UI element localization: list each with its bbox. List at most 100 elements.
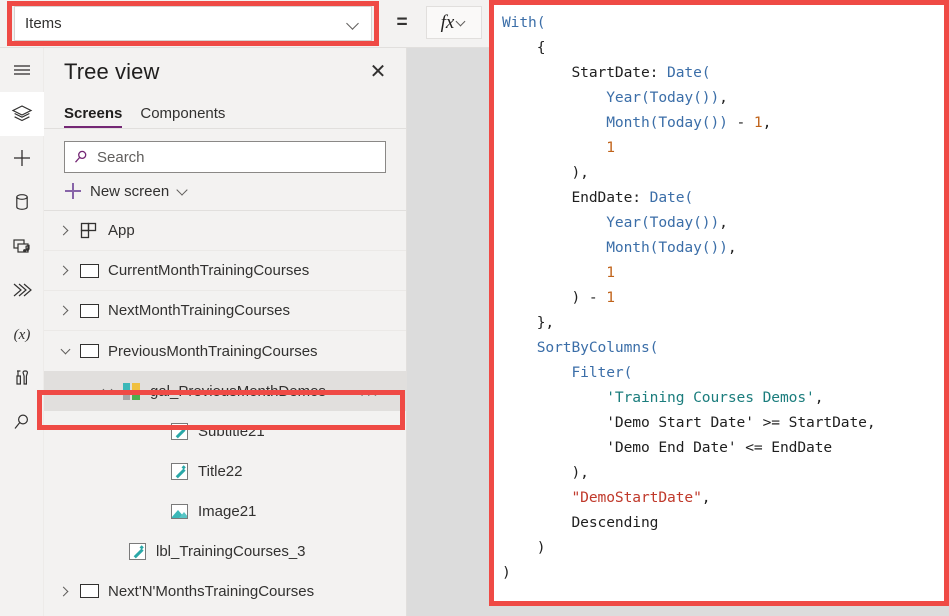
left-icon-rail: (x) [0, 48, 44, 616]
menu-icon [11, 59, 33, 81]
code-token: Descending [502, 514, 659, 531]
rail-item-advanced-tools[interactable] [0, 356, 44, 400]
code-token: "DemoStartDate" [571, 489, 702, 506]
code-token: ), [502, 464, 589, 481]
new-screen-label: New screen [90, 182, 170, 200]
tree-row-label: lbl_TrainingCourses_3 [156, 542, 306, 560]
plus-icon [11, 147, 33, 169]
more-options-icon[interactable]: ... [360, 383, 380, 400]
screen-icon [76, 263, 102, 278]
code-token: , [762, 114, 772, 131]
tree-row-label: Image21 [198, 502, 257, 520]
tree-row-label: Title22 [198, 462, 243, 480]
expand-caret-icon[interactable] [54, 586, 76, 596]
fx-label: fx [440, 11, 455, 33]
label-icon [166, 462, 192, 480]
tree-row-subtitle21[interactable]: Subtitle21 [44, 411, 406, 451]
code-token: , [719, 89, 728, 106]
expand-caret-icon[interactable] [54, 305, 76, 316]
search-box[interactable] [64, 141, 386, 173]
tree-row-title22[interactable]: Title22 [44, 451, 406, 491]
tree-row-next-month-training-courses[interactable]: NextMonthTrainingCourses [44, 291, 406, 331]
tree-row-image21[interactable]: Image21 [44, 491, 406, 531]
code-token: ) [502, 564, 511, 581]
tree-row-current-month-training-courses[interactable]: CurrentMonthTrainingCourses [44, 251, 406, 291]
code-token: , [727, 239, 737, 256]
new-screen-button[interactable]: New screen [44, 173, 406, 211]
expand-caret-icon[interactable] [54, 265, 76, 276]
tab-components[interactable]: Components [140, 105, 225, 128]
tree-row-gal-previous-month-demos[interactable]: gal_PreviousMonthDemos ... [44, 371, 406, 411]
tree-row-label: PreviousMonthTrainingCourses [108, 342, 318, 360]
code-token: SortByColumns( [536, 339, 659, 356]
code-token: EndDate: [502, 189, 650, 206]
code-token: Filter( [571, 364, 633, 381]
property-dropdown[interactable]: Items [14, 6, 372, 41]
tree-row-next-n-months-training-courses[interactable]: Next'N'MonthsTrainingCourses [44, 571, 406, 611]
rail-item-power-automate[interactable] [0, 268, 44, 312]
tree-view-tabs: Screens Components [44, 96, 406, 129]
tree-view-header: Tree view ✕ [44, 48, 406, 96]
tree-view-icon [11, 103, 33, 125]
code-token: 'Demo End Date' <= EndDate [502, 439, 833, 456]
code-token: 1 [753, 114, 763, 131]
collapse-caret-icon[interactable] [54, 344, 76, 355]
formula-code-text: With( { StartDate: Date( Year(Today()), … [494, 4, 947, 585]
expand-caret-icon[interactable] [54, 225, 76, 236]
code-token: Date( [667, 64, 711, 81]
tree-view-search-wrapper [44, 129, 406, 173]
code-token: Month(Today()) [606, 239, 728, 256]
tree-row-label: CurrentMonthTrainingCourses [108, 262, 310, 279]
tree-row-label: App [108, 222, 135, 239]
code-token: 1 [606, 264, 615, 281]
property-dropdown-value: Items [25, 15, 62, 32]
tab-screens[interactable]: Screens [64, 105, 123, 128]
rail-item-media[interactable] [0, 224, 44, 268]
rail-item-variables[interactable]: (x) [0, 312, 44, 356]
powerapps-studio-window: Items = fx (x) Tree view ✕ Screens Compo… [0, 0, 949, 616]
label-icon [166, 422, 192, 440]
rail-item-data[interactable] [0, 180, 44, 224]
code-token: { [502, 39, 546, 56]
code-token: 'Training Courses Demos' [606, 389, 815, 406]
rail-item-insert[interactable] [0, 136, 44, 180]
search-input[interactable] [95, 147, 377, 167]
screen-tree: App CurrentMonthTrainingCourses NextMont… [44, 211, 406, 611]
rail-item-tree-view[interactable] [0, 92, 44, 136]
code-token: ) [502, 539, 546, 556]
code-token: Date( [649, 189, 694, 206]
collapse-caret-icon[interactable] [96, 384, 118, 395]
code-token: ), [502, 164, 589, 181]
search-icon [11, 411, 33, 433]
tree-row-label: gal_PreviousMonthDemos [150, 382, 326, 400]
search-icon [73, 149, 89, 165]
image-icon [166, 503, 192, 519]
code-token: Year(Today()) [606, 214, 720, 231]
tree-row-label: Subtitle21 [198, 422, 265, 440]
tree-view-panel: Tree view ✕ Screens Components New scree… [44, 48, 407, 616]
rail-item-search[interactable] [0, 400, 44, 444]
variables-icon: (x) [10, 323, 34, 345]
tree-row-previous-month-training-courses[interactable]: PreviousMonthTrainingCourses [44, 331, 406, 371]
code-token: 1 [606, 139, 615, 156]
code-token: ) - [502, 289, 607, 306]
tree-view-title: Tree view [64, 59, 160, 84]
tree-row-lbl-training-courses-3[interactable]: lbl_TrainingCourses_3 [44, 531, 406, 571]
app-icon [76, 222, 102, 240]
code-token: }, [502, 314, 555, 331]
fx-button[interactable]: fx [426, 6, 482, 39]
tree-row-app[interactable]: App [44, 211, 406, 251]
tree-row-label: Next'N'MonthsTrainingCourses [108, 582, 315, 600]
rail-item-menu[interactable] [0, 48, 44, 92]
close-icon[interactable]: ✕ [364, 58, 392, 86]
formula-code-editor[interactable]: With( { StartDate: Date( Year(Today()), … [494, 4, 947, 605]
code-token: 1 [606, 289, 615, 306]
code-token: 'Demo Start Date' >= StartDate, [502, 414, 876, 431]
